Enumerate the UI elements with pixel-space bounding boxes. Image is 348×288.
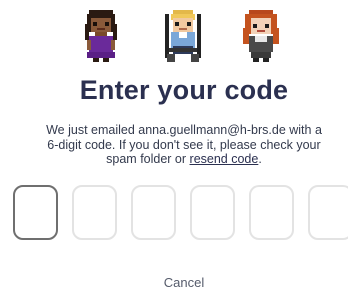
avatar-group [0,8,348,66]
code-digit-5-input[interactable] [249,185,294,240]
avatar-redhead-woman-icon [239,8,283,64]
code-input-group [13,185,348,240]
instruction-line-3: spam folder or resend code. [0,152,348,167]
instruction-line-3-suffix: . [258,152,262,166]
instruction-line-1: We just emailed anna.guellmann@h-brs.de … [46,123,322,137]
resend-code-link[interactable]: resend code [190,152,259,166]
avatar-blonde-man-wheelchair-icon [161,8,205,64]
code-digit-3-input[interactable] [131,185,176,240]
code-digit-4-input[interactable] [190,185,235,240]
code-digit-1-input[interactable] [13,185,58,240]
instruction-text: We just emailed anna.guellmann@h-brs.de … [0,123,348,167]
avatar-woman-purple-dress-icon [79,8,123,64]
cancel-button[interactable]: Cancel [0,275,348,288]
verification-page: Enter your code We just emailed anna.gue… [0,0,348,288]
instruction-line-3-prefix: spam folder or [106,152,190,166]
code-digit-6-input[interactable] [308,185,348,240]
page-title: Enter your code [79,75,289,105]
instruction-line-2: 6-digit code. If you don't see it, pleas… [47,137,321,152]
code-digit-2-input[interactable] [72,185,117,240]
